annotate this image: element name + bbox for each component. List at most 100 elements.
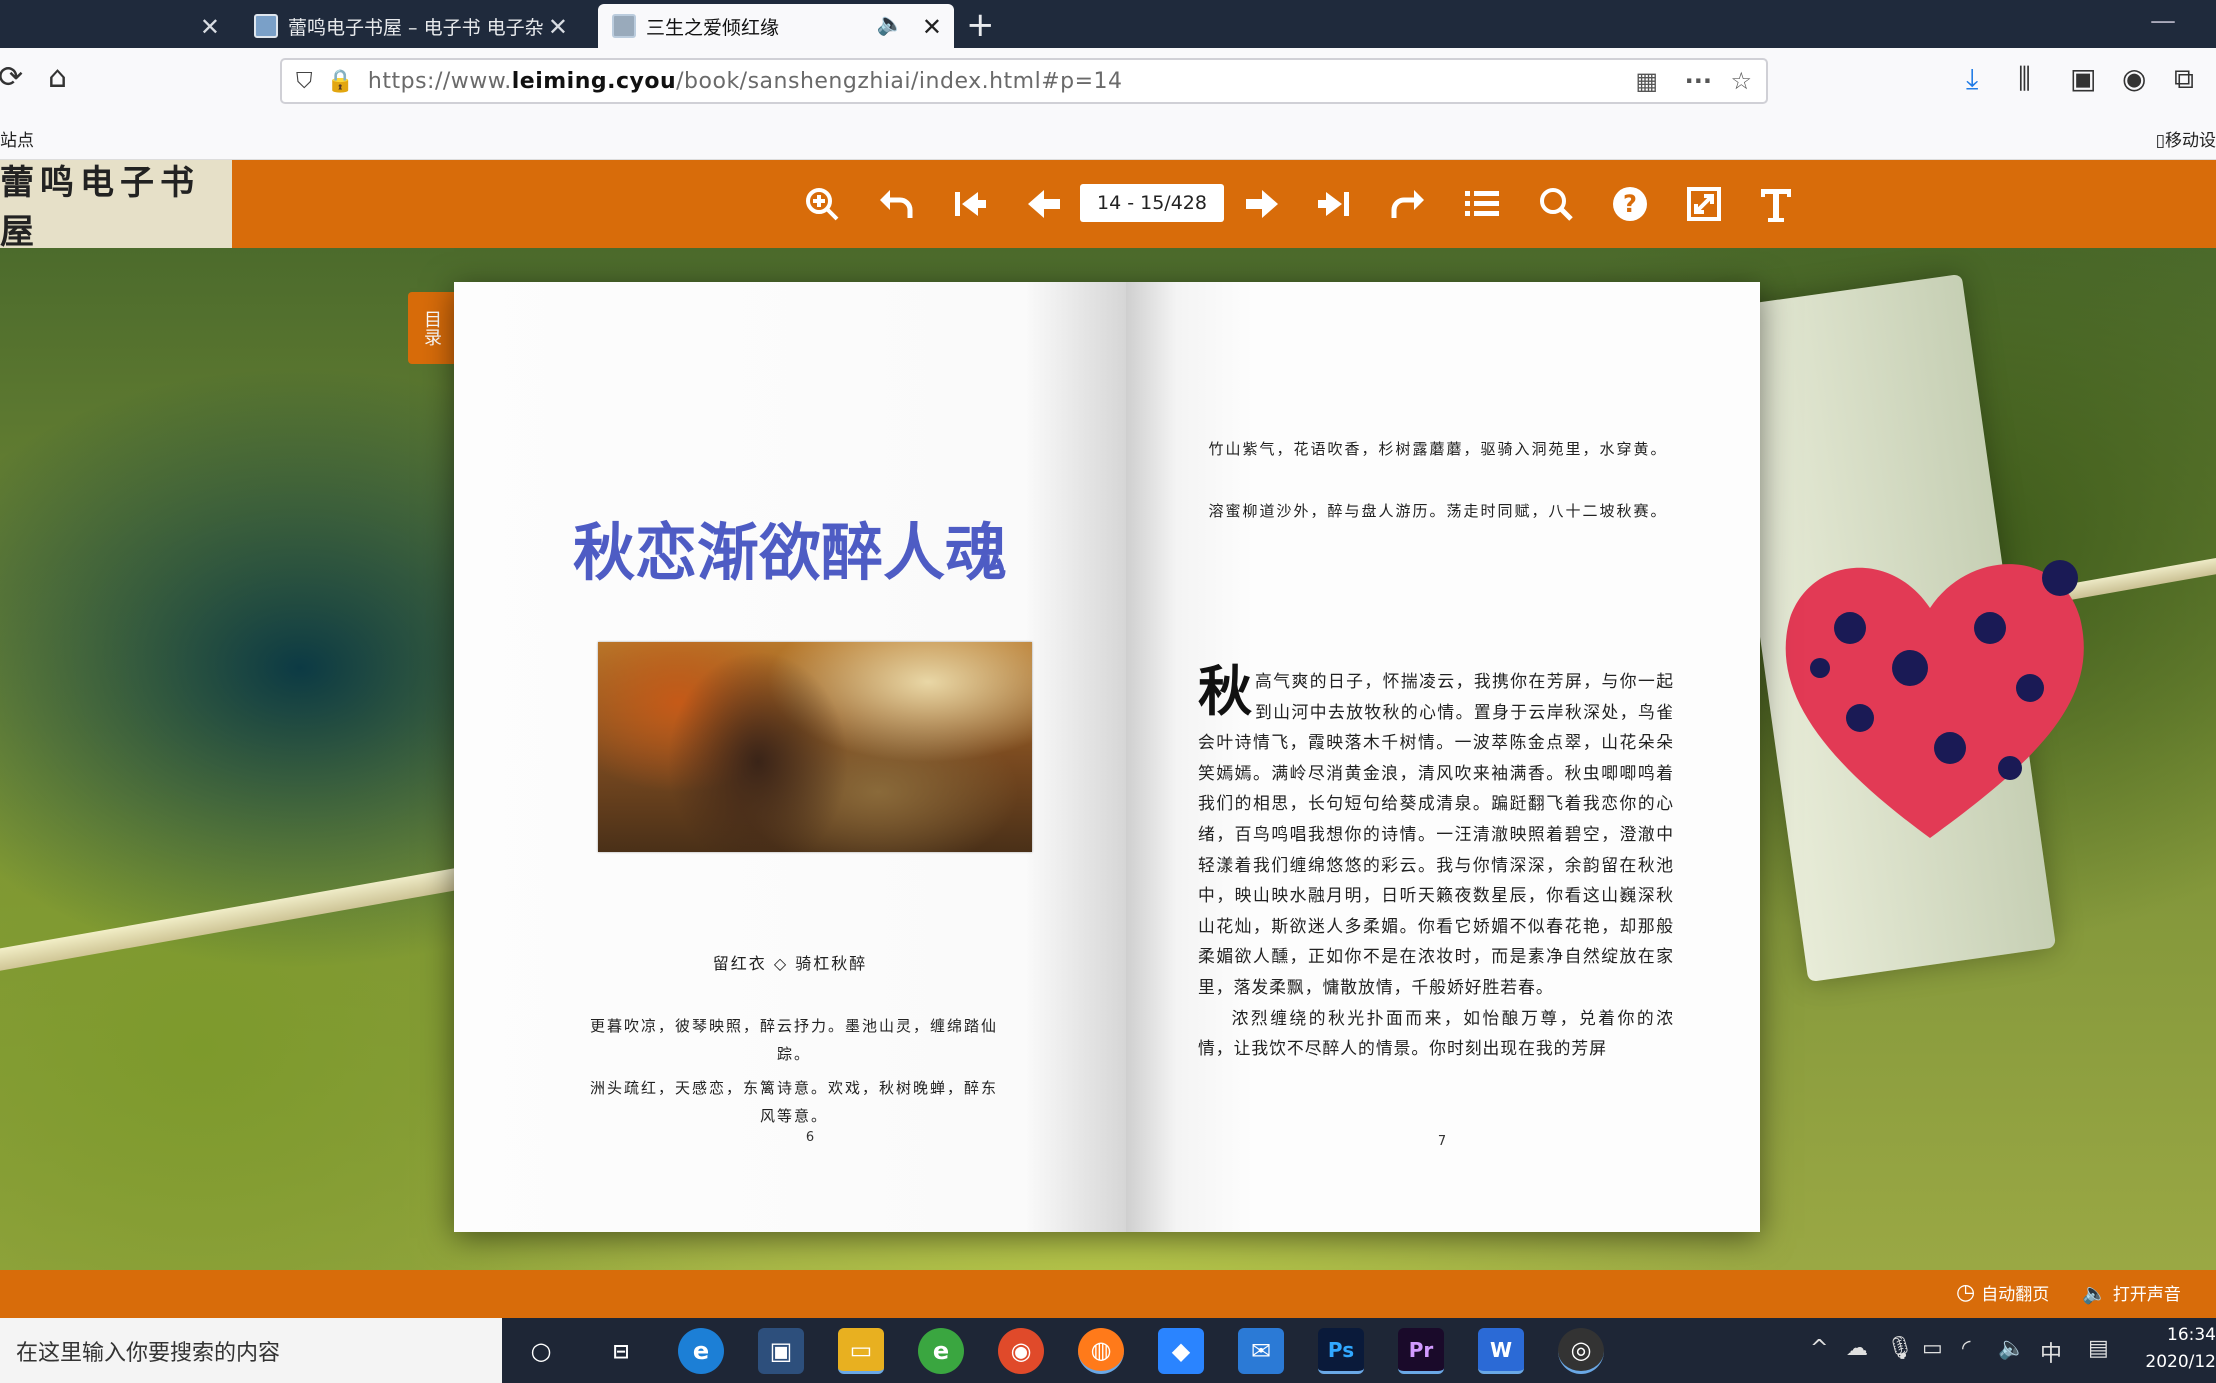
edge-icon[interactable]: e — [678, 1328, 724, 1374]
author-line: 留红衣 ◇ 骑杠秋醉 — [712, 954, 868, 973]
photoshop-icon[interactable]: Ps — [1318, 1328, 1364, 1374]
account-icon[interactable]: ◉ — [2122, 62, 2146, 95]
mobile-icon: ▯ — [2155, 131, 2165, 151]
more-actions-icon[interactable]: ··· — [1685, 60, 1712, 102]
address-bar[interactable]: ⛉ 🔒 https://www.leiming.cyou/book/sanshe… — [280, 58, 1768, 104]
page-indicator[interactable]: 14 - 15/428 — [1080, 184, 1224, 222]
redo-icon[interactable] — [1380, 174, 1436, 234]
mobile-bookmarks[interactable]: ▯移动设 — [2156, 126, 2216, 151]
battery-icon[interactable]: ▭ — [1922, 1336, 1943, 1361]
windows-taskbar: 在这里输入你要搜索的内容 ○ ⊟ e ▣ ▭ e ◉ ◍ ◆ ✉ Ps Pr W… — [0, 1318, 2216, 1383]
previous-page-icon[interactable] — [1016, 174, 1072, 234]
poem-stanza-2: 洲头疏红，天感恋，东篱诗意。欢戏，秋树晚蝉，醉东风等意。 — [589, 1079, 998, 1125]
obs-icon[interactable]: ◎ — [1558, 1328, 1604, 1374]
site-favicon — [254, 14, 278, 38]
tab-2-title: 蕾鸣电子书屋 – 电子书 电子杂 — [288, 16, 544, 39]
reader-background: 目录 秋恋渐欲醉人魂 留红衣 ◇ 骑杠秋醉 更暮吹凉，彼琴映照，醉云抒力。墨池山… — [0, 248, 2216, 1270]
first-page-icon[interactable] — [942, 174, 998, 234]
book-spread[interactable]: 秋恋渐欲醉人魂 留红衣 ◇ 骑杠秋醉 更暮吹凉，彼琴映照，醉云抒力。墨池山灵，缠… — [454, 282, 1760, 1232]
download-icon[interactable]: ⤓ — [1966, 62, 1978, 96]
qr-code-icon[interactable]: ▦ — [1635, 60, 1658, 102]
url-text: https://www.leiming.cyou/book/sanshengzh… — [367, 68, 1123, 94]
volume-icon[interactable]: 🔈 — [1998, 1336, 2025, 1361]
fullscreen-icon[interactable] — [1676, 174, 1732, 234]
library-icon[interactable]: ⫼ — [2018, 62, 2031, 96]
extension-icon[interactable]: ⧉ — [2174, 62, 2194, 96]
toc-side-tab[interactable]: 目录 — [408, 292, 454, 364]
taskbar-search[interactable]: 在这里输入你要搜索的内容 — [0, 1318, 502, 1383]
task-view-icon[interactable]: ⊟ — [598, 1328, 644, 1374]
speaker-icon: 🔈 — [2082, 1280, 2107, 1305]
bookmarks-bar: 站点 ▯移动设 — [0, 114, 2216, 160]
store-icon[interactable]: ▣ — [758, 1328, 804, 1374]
onedrive-icon[interactable]: ☁ — [1846, 1336, 1868, 1361]
poem-stanza-1: 更暮吹凉，彼琴映照，醉云抒力。墨池山灵，缠绵踏仙踪。 — [589, 1017, 998, 1063]
browser-360-icon[interactable]: e — [918, 1328, 964, 1374]
svg-text:?: ? — [1623, 190, 1637, 218]
text-mode-icon[interactable] — [1748, 174, 1804, 234]
home-icon[interactable]: ⌂ — [48, 60, 67, 95]
bookmark-star-icon[interactable]: ☆ — [1730, 60, 1752, 102]
tab-3-active[interactable]: 三生之爱倾红缘 🔈 ✕ — [598, 4, 954, 48]
feishu-icon[interactable]: ◆ — [1158, 1328, 1204, 1374]
tray-chevron-icon[interactable]: ^ — [1810, 1336, 1828, 1361]
wps-writer-icon[interactable]: W — [1478, 1328, 1524, 1374]
search-icon[interactable] — [1528, 174, 1584, 234]
ime-mode-icon[interactable]: ▤ — [2088, 1336, 2109, 1361]
system-clock[interactable]: 16:34 2020/12 — [2144, 1322, 2216, 1376]
last-page-icon[interactable] — [1306, 174, 1362, 234]
mail-icon[interactable]: ✉ — [1238, 1328, 1284, 1374]
bookmark-item[interactable]: 站点 — [0, 126, 34, 151]
page-number: 7 — [1437, 1134, 1447, 1149]
body-text: 秋 高气爽的日子，怀揣凌云，我携你在芳屏，与你一起到山河中去放牧秋的心情。置身于… — [1198, 659, 1674, 1064]
clock-date: 2020/12 — [2145, 1352, 2216, 1372]
file-explorer-icon[interactable]: ▭ — [838, 1328, 884, 1374]
chapter-title: 秋恋渐欲醉人魂 — [572, 516, 1007, 589]
shield-icon: ⛉ — [296, 68, 313, 94]
heart-decoration — [1785, 560, 2084, 838]
lock-icon: 🔒 — [326, 68, 354, 94]
cortana-icon[interactable]: ○ — [518, 1328, 564, 1374]
microphone-icon[interactable]: 🎙 — [1886, 1336, 1914, 1361]
page-number: 6 — [805, 1130, 815, 1145]
close-tab-icon[interactable]: ✕ — [200, 13, 220, 41]
speaker-icon[interactable]: 🔈 — [877, 12, 904, 37]
close-tab-icon[interactable]: ✕ — [548, 13, 568, 41]
drop-cap: 秋 — [1198, 659, 1253, 723]
next-page-icon[interactable] — [1234, 174, 1290, 234]
tab-3-title: 三生之爱倾红缘 — [646, 16, 780, 39]
help-icon[interactable]: ? — [1602, 174, 1658, 234]
new-tab-icon[interactable]: + — [966, 5, 995, 45]
paragraph-2: 浓烈缠绕的秋光扑面而来，如怡酿万尊，兑着你的浓情，让我饮不尽醉人的情景。你时刻出… — [1198, 1007, 1674, 1059]
tab-2[interactable]: 蕾鸣电子书屋 – 电子书 电子杂 ✕ — [240, 4, 580, 48]
right-page: 竹山紫气，花语吹香，杉树露蘑蘑，驱骑入洞苑里，水穿黄。 溶蜜柳道沙外，醉与盘人游… — [1126, 282, 1760, 1232]
reload-icon[interactable]: ⟳ — [0, 60, 23, 95]
rope-decoration — [0, 864, 479, 974]
browser-tab-bar: ✕ 蕾鸣电子书屋 – 电子书 电子杂 ✕ 三生之爱倾红缘 🔈 ✕ + — — [0, 0, 2216, 48]
network-icon[interactable]: ◜ — [1962, 1336, 1971, 1361]
site-favicon — [612, 14, 636, 38]
close-tab-icon[interactable]: ✕ — [922, 13, 942, 41]
clock-icon: ◷ — [1956, 1280, 1976, 1305]
chrome-icon[interactable]: ◉ — [998, 1328, 1044, 1374]
sound-button[interactable]: 🔈 打开声音 — [2082, 1280, 2181, 1306]
screen: ✕ 蕾鸣电子书屋 – 电子书 电子杂 ✕ 三生之爱倾红缘 🔈 ✕ + — ⟳ ⌂… — [0, 0, 2216, 1383]
sidebar-icon[interactable]: ▣ — [2070, 62, 2096, 95]
autoplay-button[interactable]: ◷ 自动翻页 — [1956, 1280, 2049, 1305]
tab-1[interactable]: ✕ — [0, 4, 232, 48]
left-page: 秋恋渐欲醉人魂 留红衣 ◇ 骑杠秋醉 更暮吹凉，彼琴映照，醉云抒力。墨池山灵，缠… — [454, 282, 1126, 1232]
minimize-icon[interactable]: — — [2150, 6, 2176, 36]
reader-toolbar: 蕾鸣电子书屋 14 - 15/428 ? — [0, 160, 2216, 252]
firefox-icon[interactable]: ◍ — [1078, 1328, 1124, 1374]
table-of-contents-icon[interactable] — [1454, 174, 1510, 234]
ime-indicator[interactable]: 中 — [2040, 1336, 2062, 1368]
premiere-icon[interactable]: Pr — [1398, 1328, 1444, 1374]
paragraph-1: 高气爽的日子，怀揣凌云，我携你在芳屏，与你一起到山河中去放牧秋的心情。置身于云岸… — [1198, 671, 1674, 997]
zoom-in-icon[interactable] — [794, 174, 850, 234]
navigation-bar: ⟳ ⌂ ⛉ 🔒 https://www.leiming.cyou/book/sa… — [0, 48, 2216, 114]
poem-stanza-2: 溶蜜柳道沙外，醉与盘人游历。荡走时同赋，八十二坡秋赛。 — [1208, 502, 1668, 520]
undo-icon[interactable] — [868, 174, 924, 234]
reader-bottom-bar: ◷ 自动翻页 🔈 打开声音 — [0, 1270, 2216, 1318]
site-logo: 蕾鸣电子书屋 — [0, 160, 232, 252]
chapter-illustration — [598, 642, 1032, 852]
